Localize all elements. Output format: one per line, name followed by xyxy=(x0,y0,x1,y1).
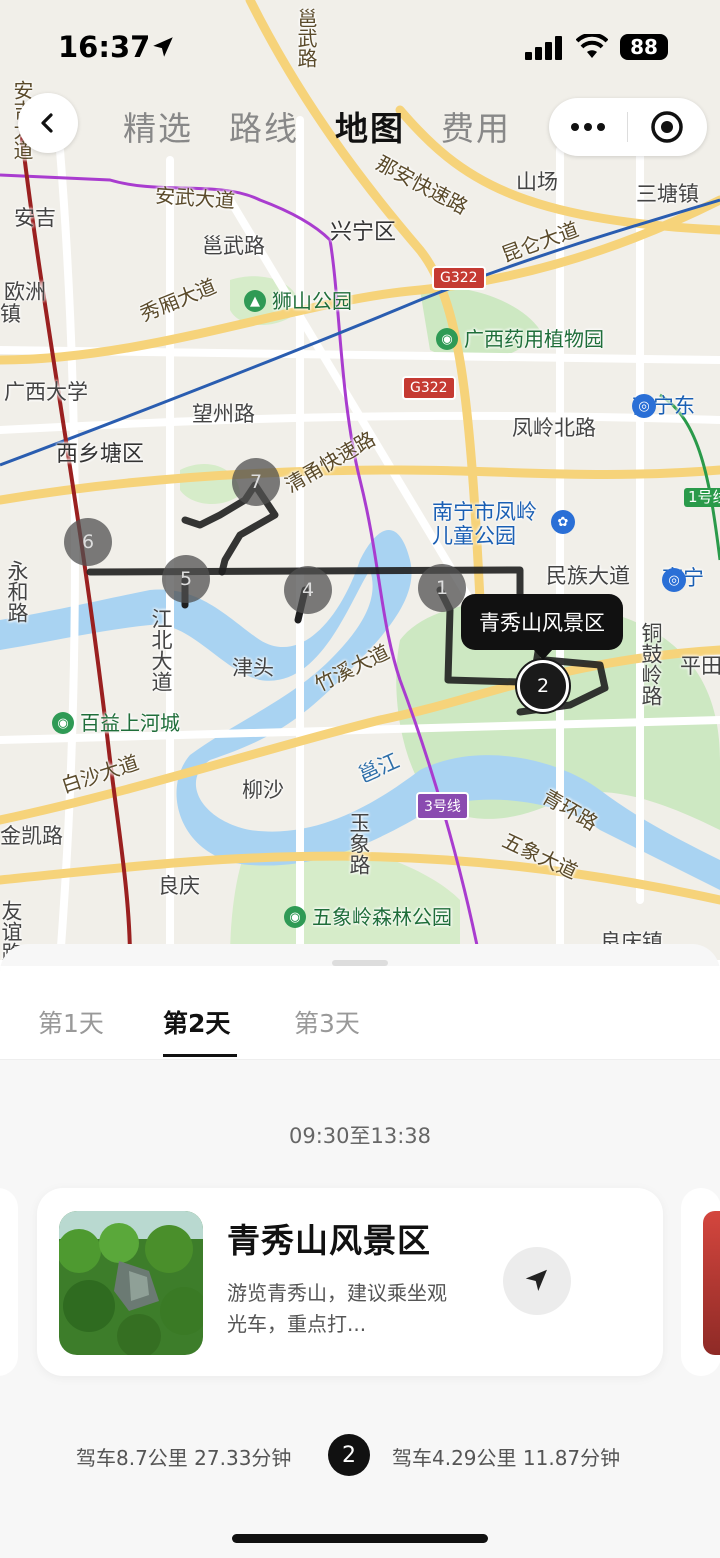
status-time: 16:37 xyxy=(58,30,151,64)
battery-indicator: 88 xyxy=(620,34,668,60)
map-label: 广西大学 xyxy=(4,380,88,404)
map-label: 柳沙 xyxy=(242,778,284,802)
day-tab-3[interactable]: 第3天 xyxy=(294,1004,360,1040)
map-label: 铜鼓岭路 xyxy=(639,622,663,706)
metro-line-3-badge: 3号线 xyxy=(416,792,469,820)
map-label: 民族大道 xyxy=(546,564,630,588)
map-label: 邕武路 xyxy=(202,234,265,258)
map-label: 永和路 xyxy=(5,560,29,623)
poi-wuxiangling-park[interactable]: ◉ 五象岭森林公园 xyxy=(284,906,452,928)
map-label: 金凯路 xyxy=(0,824,63,848)
map-label: 三塘镇 xyxy=(636,182,699,206)
camera-icon: ◉ xyxy=(52,712,74,734)
route-stop-marker-6[interactable]: 6 xyxy=(64,518,112,566)
map-label: 津头 xyxy=(232,656,274,680)
stop-title: 青秀山风景区 xyxy=(227,1221,431,1260)
more-dot xyxy=(597,123,605,131)
metro-station-icon: ◎ xyxy=(632,394,656,418)
route-stop-marker-1[interactable]: 1 xyxy=(418,564,466,612)
cellular-signal-icon xyxy=(525,36,562,60)
wifi-icon xyxy=(576,34,608,58)
route-stop-marker-5[interactable]: 5 xyxy=(162,555,210,603)
navigate-button[interactable] xyxy=(503,1247,571,1315)
camera-icon: ◉ xyxy=(436,328,458,350)
chevron-left-icon xyxy=(41,113,53,133)
metro-station-icon: ◎ xyxy=(662,568,686,592)
active-tab-indicator xyxy=(163,1054,237,1057)
scenic-area-photo xyxy=(59,1211,203,1355)
map-label: 玉象路 xyxy=(347,812,371,875)
target-circle-icon xyxy=(651,111,683,143)
stop-number-badge: 2 xyxy=(328,1434,370,1476)
map-label: 江北大道 xyxy=(149,608,173,692)
previous-stop-card[interactable] xyxy=(0,1188,18,1376)
map-label: 安吉 xyxy=(14,206,56,230)
screen: 安吉大道 邕武路 那安快速路 山场 三塘镇 安武大道 安吉 邕武路 兴宁区 昆仑… xyxy=(0,0,720,1558)
navigation-arrow-icon xyxy=(525,1269,547,1291)
poi-shishan-park[interactable]: ▲ 狮山公园 xyxy=(244,290,352,312)
tab-route[interactable]: 路线 xyxy=(229,102,299,150)
leg-before: 驾车8.7公里 27.33分钟 xyxy=(76,1446,292,1470)
current-stop-callout[interactable]: 青秀山风景区 xyxy=(461,594,623,660)
poi-fengling-children-park[interactable]: 南宁市凤岭儿童公园 xyxy=(432,500,552,548)
stop-thumbnail xyxy=(59,1211,203,1355)
route-stop-marker-4[interactable]: 4 xyxy=(284,566,332,614)
next-stop-card[interactable] xyxy=(681,1188,720,1376)
home-indicator xyxy=(232,1534,488,1543)
map-label: 安武大道 xyxy=(154,183,236,213)
tab-featured[interactable]: 精选 xyxy=(123,102,193,150)
map-label: 良庆 xyxy=(158,874,200,898)
map-label: 望州路 xyxy=(192,402,255,426)
highway-shield: G322 xyxy=(402,376,456,400)
next-stop-thumbnail xyxy=(703,1211,720,1355)
camera-icon: ◉ xyxy=(284,906,306,928)
day-tabs: 第1天 第2天 第3天 xyxy=(0,966,720,1060)
location-arrow-icon xyxy=(153,37,173,57)
status-bar: 16:37 88 xyxy=(0,0,720,88)
more-button[interactable] xyxy=(549,123,627,131)
day-tab-2[interactable]: 第2天 xyxy=(163,1004,230,1040)
more-dot xyxy=(584,123,592,131)
time-range: 09:30至13:38 xyxy=(288,1124,432,1148)
map-label: 平田 xyxy=(680,654,720,678)
tab-map[interactable]: 地图 xyxy=(335,102,405,150)
stop-description: 游览青秀山，建议乘坐观光车，重点打... xyxy=(227,1281,447,1336)
miniprogram-capsule xyxy=(549,98,707,156)
more-dot xyxy=(571,123,579,131)
route-stop-marker-2[interactable]: 2 xyxy=(517,660,569,712)
map-label: 凤岭北路 xyxy=(512,416,596,440)
poi-guangxi-botanic[interactable]: ◉ 广西药用植物园 xyxy=(436,328,604,350)
leg-after: 驾车4.29公里 11.87分钟 xyxy=(392,1446,621,1470)
top-tabs: 精选 路线 地图 费用 xyxy=(123,102,511,150)
close-miniprogram-button[interactable] xyxy=(628,110,706,144)
park-icon: ▲ xyxy=(244,290,266,312)
back-button[interactable] xyxy=(18,93,78,153)
poi-baiyi-shanghe[interactable]: ◉ 百益上河城 xyxy=(52,712,180,734)
map-label: 镇 xyxy=(0,302,21,326)
route-stop-marker-7[interactable]: 7 xyxy=(232,458,280,506)
highway-shield: G322 xyxy=(432,266,486,290)
stop-card[interactable]: 青秀山风景区 游览青秀山，建议乘坐观光车，重点打... xyxy=(37,1188,663,1376)
day-tab-1[interactable]: 第1天 xyxy=(38,1004,104,1040)
tab-cost[interactable]: 费用 xyxy=(441,102,511,150)
map-label: 兴宁区 xyxy=(330,220,397,245)
map-label: 欧洲 xyxy=(4,280,46,304)
park-marker-icon: ✿ xyxy=(551,510,575,534)
itinerary-sheet: 第1天 第2天 第3天 09:30至13:38 青秀山风景区 游览青秀山，建议乘… xyxy=(0,944,720,1558)
metro-line-badge: 1号线 xyxy=(684,488,720,507)
travel-legs: 驾车8.7公里 27.33分钟 2 驾车4.29公里 11.87分钟 xyxy=(0,1434,720,1476)
map-label: 西乡塘区 xyxy=(56,442,145,467)
map-label: 山场 xyxy=(516,170,558,194)
